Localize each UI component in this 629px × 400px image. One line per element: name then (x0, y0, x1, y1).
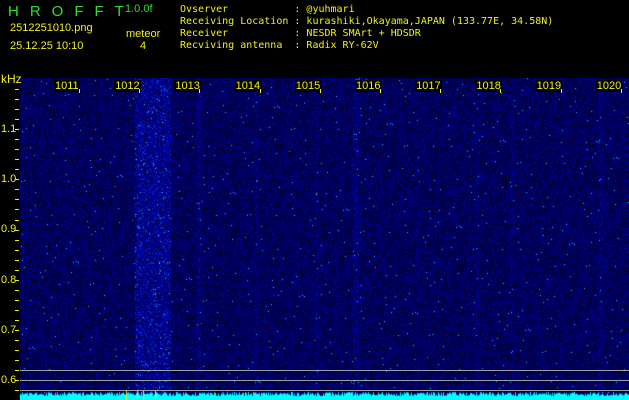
khz-tick (15, 310, 19, 311)
freq-tick-label: 1014 (234, 80, 262, 92)
freq-tick-label: 1016 (355, 80, 382, 92)
freq-tick-label: 1015 (294, 80, 322, 92)
khz-tick-label: 0.8 (1, 273, 17, 286)
khz-tick-label: 1.0 (1, 173, 17, 186)
marker-line (20, 390, 629, 391)
freq-tick (199, 89, 201, 93)
khz-tick (15, 330, 19, 331)
info-row: Ovserver : @yuhmari (180, 5, 355, 15)
info-label: Receiver (180, 28, 295, 39)
khz-tick (15, 220, 19, 221)
khz-tick (15, 300, 19, 301)
freq-tick (500, 89, 502, 93)
app-logo: HROFFT (8, 3, 135, 20)
khz-tick (15, 179, 19, 180)
khz-tick-label: 0.9 (1, 223, 17, 236)
khz-unit-label: kHz (1, 72, 22, 86)
khz-tick-label: 0.6 (1, 374, 17, 386)
khz-tick (15, 169, 19, 170)
khz-tick (15, 230, 19, 231)
freq-tick (319, 89, 321, 93)
info-row: Receiving Location : kurashiki,Okayama,J… (180, 17, 553, 27)
khz-tick (15, 99, 19, 100)
khz-tick (15, 380, 19, 381)
freq-tick (440, 89, 442, 93)
info-value: : NESDR SMArt + HDSDR (294, 28, 421, 39)
khz-tick (15, 280, 19, 281)
khz-tick (15, 199, 19, 200)
info-value: : Radix RY-62V (294, 40, 379, 51)
khz-tick (15, 390, 19, 391)
marker-line (20, 380, 629, 381)
khz-tick (15, 370, 19, 371)
info-row: Recviving antenna : Radix RY-62V (180, 41, 379, 51)
khz-tick (15, 360, 19, 361)
khz-tick (15, 89, 19, 90)
info-value: : @yuhmari (294, 4, 355, 15)
freq-tick-label: 1019 (535, 80, 563, 92)
khz-tick (15, 250, 19, 251)
khz-tick (15, 129, 19, 130)
khz-tick (15, 189, 19, 190)
khz-tick-label: 0.7 (1, 323, 17, 336)
info-value: : kurashiki,Okayama,JAPAN (133.77E, 34.5… (294, 16, 554, 27)
info-row: Receiver : NESDR SMArt + HDSDR (180, 29, 421, 39)
khz-tick (15, 209, 19, 210)
khz-tick (15, 270, 19, 271)
freq-tick (139, 89, 141, 93)
spectrogram (20, 78, 629, 400)
khz-tick (15, 290, 19, 291)
freq-tick (620, 89, 622, 93)
version-label: 1.0.0f (125, 3, 153, 15)
khz-tick (15, 159, 19, 160)
khz-tick (15, 340, 19, 341)
freq-tick-label: 1018 (475, 80, 502, 92)
khz-tick (15, 350, 19, 351)
freq-tick (380, 89, 381, 93)
freq-tick-label: 1013 (174, 80, 201, 92)
meteor-count: 4 (140, 40, 147, 52)
freq-tick (259, 89, 261, 93)
khz-tick (15, 149, 19, 150)
info-label: Ovserver (180, 4, 295, 15)
marker-line (20, 370, 629, 371)
info-label: Receiving Location (180, 16, 295, 27)
datetime-label: 25.12.25 10:10 (10, 40, 84, 52)
filename-label: 2512251010.png (10, 22, 93, 34)
khz-tick-label: 1.1 (1, 123, 17, 135)
khz-tick (15, 139, 19, 140)
khz-tick (15, 109, 19, 110)
freq-tick-label: 1012 (114, 80, 141, 92)
khz-tick (15, 119, 19, 120)
freq-tick-label: 1011 (54, 80, 80, 92)
mode-label: meteor (126, 28, 161, 40)
khz-tick (15, 260, 19, 261)
freq-tick-label: 1020 (595, 80, 623, 92)
freq-tick (79, 89, 80, 93)
khz-tick (15, 240, 19, 241)
khz-tick (15, 320, 19, 321)
freq-tick-label: 1017 (415, 80, 442, 92)
info-label: Recviving antenna (180, 40, 295, 51)
freq-tick (560, 89, 562, 93)
